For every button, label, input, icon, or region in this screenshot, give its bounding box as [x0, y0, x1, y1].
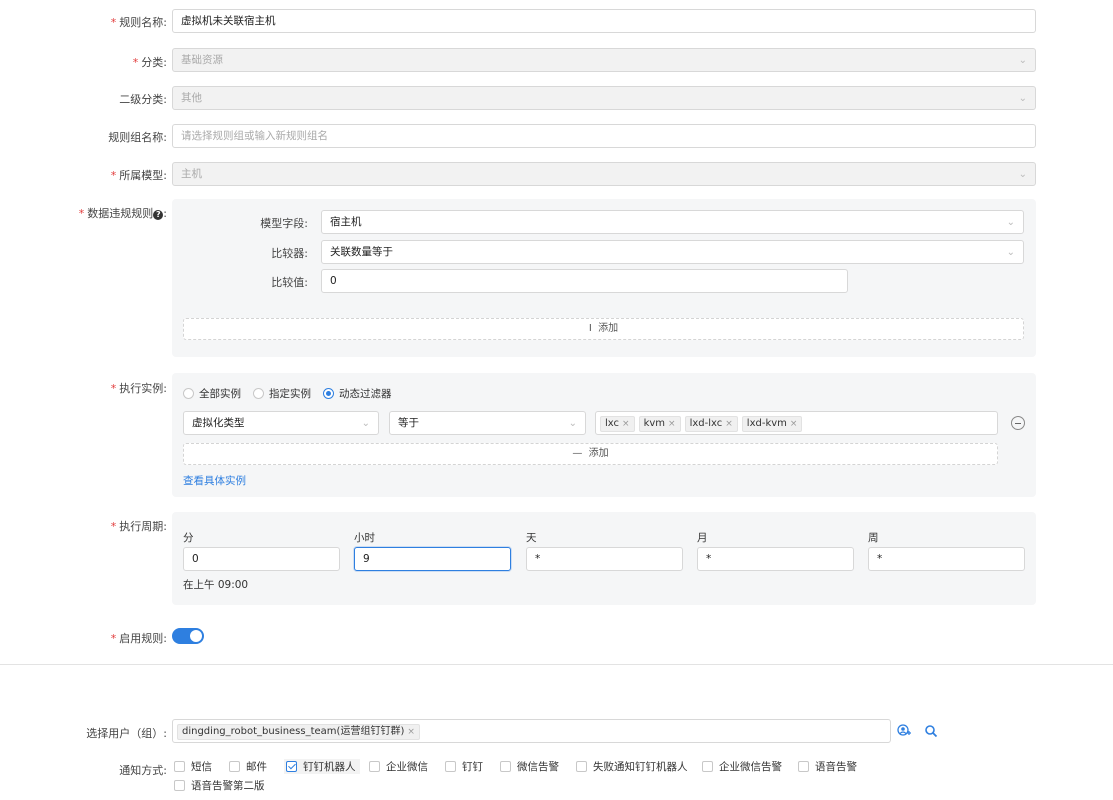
instances-add-button[interactable]: — 添加	[183, 443, 998, 465]
search-icon[interactable]	[924, 724, 938, 738]
tag-lxd-lxc: lxd-lxc ×	[684, 416, 738, 432]
compare-value-label: 比较值:	[271, 276, 308, 289]
plus-icon: —	[572, 448, 583, 459]
chevron-down-icon: ⌄	[1018, 169, 1027, 180]
method-email[interactable]: 邮件	[229, 759, 267, 774]
schedule-hour-label: 小时	[354, 532, 375, 544]
method-fail-dingtalk-robot[interactable]: 失败通知钉钉机器人	[576, 759, 688, 774]
chevron-down-icon: ⌄	[1018, 55, 1027, 66]
schedule-week-label: 周	[868, 532, 879, 544]
rule-group-input[interactable]: 请选择规则组或输入新规则组名	[172, 124, 1036, 148]
method-wecom-alert[interactable]: 企业微信告警	[702, 759, 782, 774]
question-circle-icon[interactable]: ?	[153, 210, 164, 220]
method-wecom[interactable]: 企业微信	[369, 759, 428, 774]
comparator-label: 比较器:	[271, 247, 308, 260]
chevron-down-icon: ⌄	[1006, 247, 1015, 258]
users-label: 选择用户（组）:	[86, 727, 167, 740]
violation-add-button[interactable]: I 添加	[183, 318, 1024, 340]
schedule-label: * 执行周期:	[110, 520, 167, 533]
rule-group-label: 规则组名称:	[108, 131, 167, 144]
comparator-select[interactable]: 关联数量等于 ⌄	[321, 240, 1024, 264]
chevron-down-icon: ⌄	[1018, 93, 1027, 104]
close-icon[interactable]: ×	[622, 419, 630, 429]
schedule-day-label: 天	[526, 532, 537, 544]
minus-circle-icon[interactable]	[1011, 416, 1025, 430]
instances-label: * 执行实例:	[110, 382, 167, 395]
method-voice-alert-v2[interactable]: 语音告警第二版	[174, 778, 265, 793]
users-select[interactable]: dingding_robot_business_team(运营组钉钉群) ×	[172, 719, 891, 743]
sub-category-select[interactable]: 其他 ⌄	[172, 86, 1036, 110]
schedule-week-input[interactable]: *	[868, 547, 1025, 571]
schedule-month-label: 月	[697, 532, 708, 544]
radio-specified-instances[interactable]: 指定实例	[253, 386, 311, 401]
schedule-hour-input[interactable]: 9	[354, 547, 511, 571]
close-icon[interactable]: ×	[407, 727, 415, 737]
compare-value-input[interactable]: 0	[321, 269, 848, 293]
close-icon[interactable]: ×	[725, 419, 733, 429]
rule-name-input[interactable]: 虚拟机未关联宿主机	[172, 9, 1036, 33]
rule-name-label: * 规则名称:	[110, 16, 167, 29]
radio-all-instances[interactable]: 全部实例	[183, 386, 241, 401]
tag-lxc: lxc ×	[600, 416, 635, 432]
user-tag: dingding_robot_business_team(运营组钉钉群) ×	[177, 724, 420, 740]
model-select[interactable]: 主机 ⌄	[172, 162, 1036, 186]
chevron-down-icon: ⌄	[1006, 217, 1015, 228]
chevron-down-icon: ⌄	[568, 418, 577, 429]
close-icon[interactable]: ×	[668, 419, 676, 429]
user-add-icon[interactable]	[897, 724, 911, 738]
plus-icon: I	[588, 323, 592, 334]
view-instances-link[interactable]: 查看具体实例	[183, 473, 246, 488]
method-voice-alert[interactable]: 语音告警	[798, 759, 857, 774]
filter-values-input[interactable]: lxc × kvm × lxd-lxc × lxd-kvm ×	[595, 411, 998, 435]
sub-category-label: 二级分类:	[119, 93, 167, 106]
model-label: * 所属模型:	[110, 169, 167, 182]
method-dingtalk-robot[interactable]: 钉钉机器人	[284, 759, 360, 774]
method-dingtalk[interactable]: 钉钉	[445, 759, 483, 774]
tag-kvm: kvm ×	[638, 416, 681, 432]
enable-label: * 启用规则:	[110, 632, 167, 645]
violation-label: * 数据违规规则?:	[78, 207, 167, 220]
schedule-day-input[interactable]: *	[526, 547, 683, 571]
section-divider	[0, 664, 1113, 665]
chevron-down-icon: ⌄	[361, 418, 370, 429]
methods-label: 通知方式:	[119, 764, 167, 777]
category-select[interactable]: 基础资源 ⌄	[172, 48, 1036, 72]
schedule-month-input[interactable]: *	[697, 547, 854, 571]
enable-toggle[interactable]	[172, 628, 204, 644]
schedule-minute-label: 分	[183, 532, 194, 544]
radio-dynamic-filter[interactable]: 动态过滤器	[323, 386, 392, 401]
field-select[interactable]: 宿主机 ⌄	[321, 210, 1024, 234]
method-sms[interactable]: 短信	[174, 759, 212, 774]
filter-field-select[interactable]: 虚拟化类型 ⌄	[183, 411, 379, 435]
tag-lxd-kvm: lxd-kvm ×	[741, 416, 803, 432]
filter-op-select[interactable]: 等于 ⌄	[389, 411, 586, 435]
schedule-minute-input[interactable]: 0	[183, 547, 340, 571]
method-wechat-alert[interactable]: 微信告警	[500, 759, 559, 774]
schedule-description: 在上午 09:00	[183, 579, 249, 591]
close-icon[interactable]: ×	[790, 419, 798, 429]
field-label: 模型字段:	[260, 217, 308, 230]
category-label: * 分类:	[132, 56, 167, 69]
